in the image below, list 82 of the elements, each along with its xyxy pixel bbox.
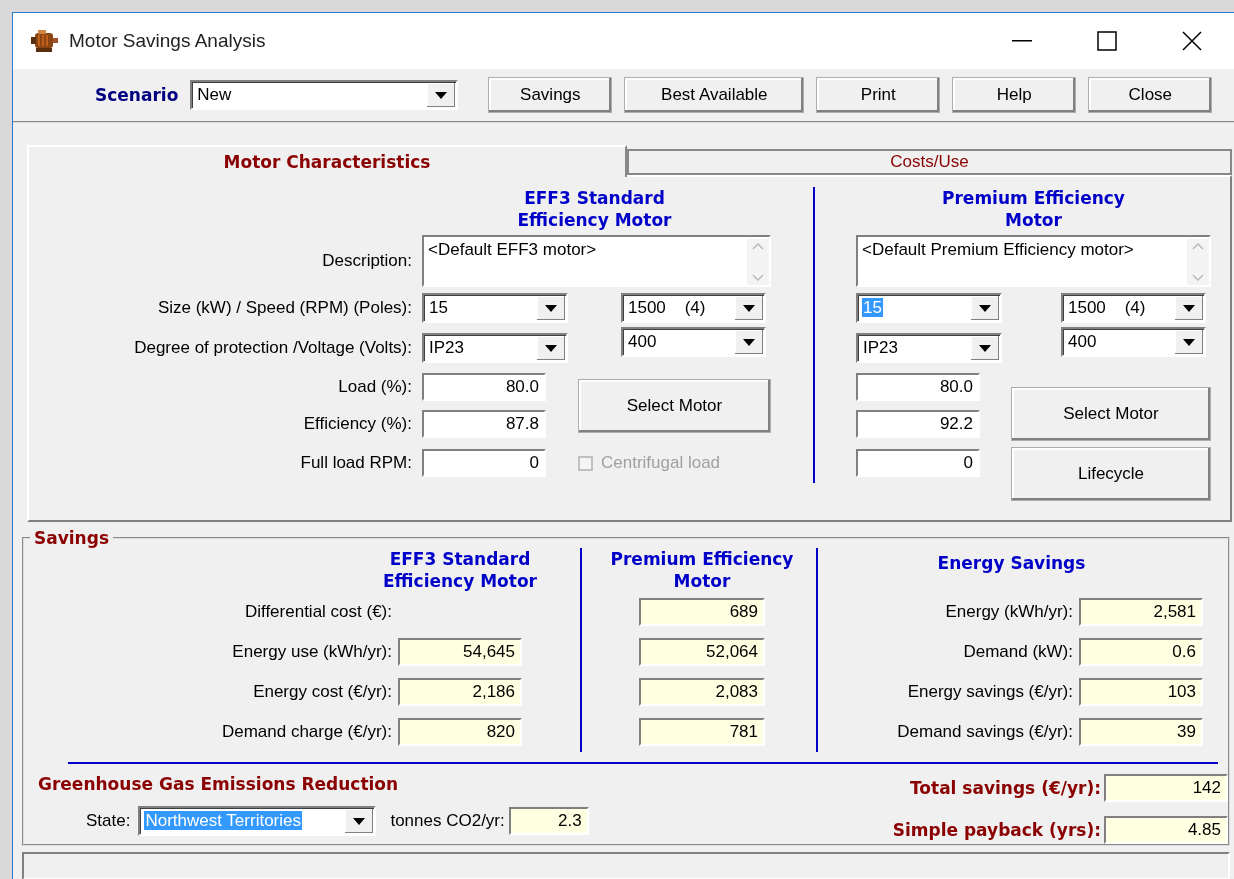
tab[interactable]: Costs/Use	[627, 149, 1232, 175]
field-label: Energy savings (€/yr):	[907, 682, 1074, 702]
value-field: 54,645	[398, 638, 522, 666]
value-field: 0.6	[1079, 638, 1203, 666]
text-field[interactable]: 80.0	[856, 373, 980, 401]
text-field[interactable]: 80.0	[422, 373, 546, 401]
toolbar-button[interactable]: Savings	[488, 77, 613, 113]
field-label: Description:	[322, 251, 413, 271]
value-field: 2,083	[639, 678, 765, 706]
column-heading: Premium Efficiency Motor	[941, 187, 1126, 231]
field-label: State:	[86, 811, 131, 831]
field-label: Energy cost (€/yr):	[253, 682, 393, 702]
text-field[interactable]: 87.8	[422, 410, 546, 438]
total-label: Simple payback (yrs):	[892, 820, 1102, 840]
text-field[interactable]: 92.2	[856, 410, 980, 438]
total-label: Total savings (€/yr):	[910, 778, 1102, 798]
value-field: 820	[398, 718, 522, 746]
caret-icon	[545, 344, 557, 352]
value-field: 4.85	[1104, 816, 1228, 844]
caret-icon	[435, 91, 448, 99]
caret-icon	[1183, 304, 1195, 312]
field-label: Differential cost (€):	[244, 602, 393, 622]
chevron-down-icon[interactable]	[752, 274, 764, 281]
dropdown[interactable]: 1500 (4)	[621, 293, 766, 323]
field-label: Full load RPM:	[300, 453, 413, 473]
toolbar-button[interactable]: Help	[952, 77, 1077, 113]
chevron-up-icon[interactable]	[752, 243, 764, 250]
scenario-dropdown[interactable]: New	[190, 80, 459, 110]
caret-icon	[353, 817, 366, 825]
dropdown[interactable]: IP23	[422, 333, 568, 363]
motor-icon	[29, 29, 59, 53]
window-title: Motor Savings Analysis	[69, 30, 266, 52]
dropdown[interactable]: 15	[422, 293, 568, 323]
toolbar-button[interactable]: Best Available	[624, 77, 805, 113]
dropdown[interactable]: IP23	[856, 333, 1002, 363]
toolbar-button[interactable]: Print	[816, 77, 941, 113]
dropdown[interactable]: 400	[1061, 327, 1206, 357]
field-label: Efficiency (%):	[303, 414, 413, 434]
description-field[interactable]: <Default EFF3 motor>	[422, 235, 771, 287]
dropdown[interactable]: 1500 (4)	[1061, 293, 1206, 323]
scenario-label: Scenario	[95, 85, 179, 105]
field-label: Degree of protection /Voltage (Volts):	[134, 338, 413, 358]
value-field: 52,064	[639, 638, 765, 666]
value-field: 781	[639, 718, 765, 746]
value-field: 2,581	[1079, 598, 1203, 626]
dropdown[interactable]: 400	[621, 327, 766, 357]
value-field: 2.3	[508, 807, 589, 835]
field-label: Energy use (kWh/yr):	[232, 642, 393, 662]
value-field: 2,186	[398, 678, 522, 706]
select-motor-button[interactable]: Select Motor	[578, 379, 771, 433]
caret-icon	[979, 304, 991, 312]
lifecycle-button[interactable]: Lifecycle	[1011, 447, 1211, 501]
field-label: Load (%):	[338, 377, 413, 397]
description-field[interactable]: <Default Premium Efficiency motor>	[856, 235, 1211, 287]
chevron-up-icon[interactable]	[1192, 243, 1204, 250]
caret-icon	[1183, 338, 1195, 346]
field-label: Energy (kWh/yr):	[945, 602, 1074, 622]
text-field[interactable]: 0	[422, 449, 546, 477]
caret-icon	[545, 304, 557, 312]
field-label: Demand savings (€/yr):	[897, 722, 1074, 742]
field-label: Demand charge (€/yr):	[221, 722, 393, 742]
value-field: 689	[639, 598, 765, 626]
value-field: 39	[1079, 718, 1203, 746]
column-heading: Premium Efficiency Motor	[609, 548, 795, 592]
field-label: Demand (kW):	[963, 642, 1074, 662]
section-heading: Greenhouse Gas Emissions Reduction	[38, 774, 400, 794]
column-heading: EFF3 Standard Efficiency Motor	[382, 548, 538, 592]
value-field: 103	[1079, 678, 1203, 706]
field-label: tonnes CO2/yr:	[390, 811, 505, 831]
toolbar-button[interactable]: Close	[1088, 77, 1213, 113]
chevron-down-icon[interactable]	[1192, 274, 1204, 281]
caret-icon	[979, 344, 991, 352]
tab[interactable]: Motor Characteristics	[27, 145, 627, 177]
caret-icon	[743, 338, 755, 346]
select-motor-button[interactable]: Select Motor	[1011, 387, 1211, 441]
text-field[interactable]: 0	[856, 449, 980, 477]
column-heading: Energy Savings	[936, 552, 1087, 574]
field-label: Size (kW) / Speed (RPM) (Poles):	[157, 298, 413, 318]
caret-icon	[743, 304, 755, 312]
group-title: Savings	[33, 528, 110, 548]
value-field: 142	[1104, 774, 1228, 802]
column-heading: EFF3 Standard Efficiency Motor	[516, 187, 673, 231]
